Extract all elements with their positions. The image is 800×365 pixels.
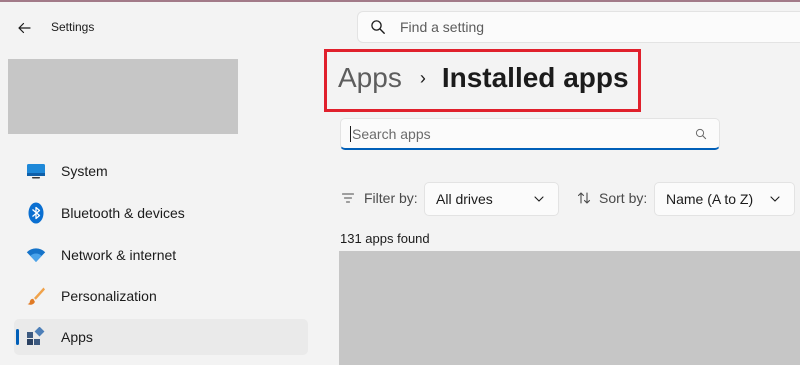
dropdown-value: All drives	[436, 191, 493, 207]
search-placeholder: Find a setting	[400, 19, 485, 35]
sidebar-item-apps[interactable]: Apps	[14, 319, 308, 355]
installed-apps-list-redacted[interactable]	[339, 251, 800, 365]
filter-drives-dropdown[interactable]: All drives	[424, 182, 559, 216]
sidebar-item-network[interactable]: Network & internet	[14, 237, 308, 273]
search-icon	[695, 127, 709, 141]
brush-icon	[25, 285, 47, 307]
apps-count: 131 apps found	[340, 231, 430, 246]
sidebar-item-bluetooth[interactable]: Bluetooth & devices	[14, 195, 308, 231]
window-top-border	[0, 0, 800, 2]
user-profile-redacted[interactable]	[8, 59, 238, 134]
sidebar-item-system[interactable]: System	[14, 153, 308, 189]
dropdown-value: Name (A to Z)	[666, 191, 754, 207]
sidebar-item-label: System	[61, 163, 108, 179]
window-title: Settings	[51, 20, 95, 34]
sidebar-item-label: Network & internet	[61, 247, 177, 263]
sidebar-item-label: Personalization	[61, 288, 157, 304]
active-indicator	[16, 329, 19, 345]
settings-window: Settings Find a setting System Bluetooth…	[0, 0, 800, 365]
sidebar-item-label: Apps	[61, 329, 93, 345]
sort-label-text: Sort by:	[599, 190, 648, 206]
find-setting-search[interactable]: Find a setting	[357, 11, 800, 43]
apps-icon	[25, 326, 47, 348]
search-icon	[370, 18, 388, 36]
search-apps-input[interactable]: Search apps	[340, 118, 720, 150]
bluetooth-icon	[25, 202, 47, 224]
sidebar-item-label: Bluetooth & devices	[61, 205, 185, 221]
back-arrow-icon	[18, 22, 31, 34]
search-apps-placeholder: Search apps	[352, 125, 431, 142]
sort-icon	[577, 191, 591, 205]
sort-order-dropdown[interactable]: Name (A to Z)	[654, 182, 795, 216]
filter-icon	[342, 191, 356, 205]
chevron-down-icon	[770, 193, 782, 205]
wifi-icon	[25, 244, 47, 266]
filter-by-label: Filter by:	[342, 190, 418, 206]
back-button[interactable]	[12, 16, 36, 40]
system-icon	[25, 160, 47, 182]
sidebar-item-personalization[interactable]: Personalization	[14, 278, 308, 314]
annotation-highlight-box	[324, 49, 641, 112]
chevron-down-icon	[534, 193, 546, 205]
text-cursor	[350, 125, 351, 142]
sort-by-label: Sort by:	[577, 190, 647, 206]
filter-label-text: Filter by:	[364, 190, 418, 206]
